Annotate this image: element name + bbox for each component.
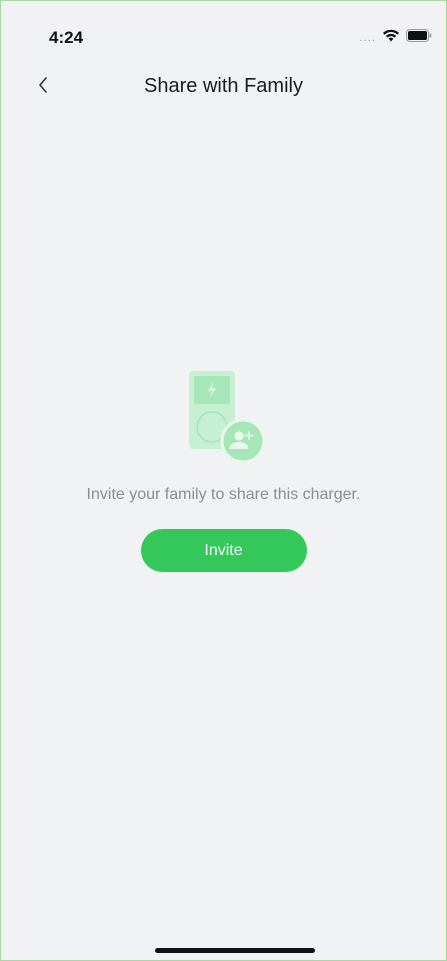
page-title: Share with Family	[144, 75, 303, 97]
home-indicator	[155, 948, 315, 953]
invite-button[interactable]: Invite	[140, 529, 307, 572]
nav-bar: Share with Family	[1, 65, 446, 109]
battery-icon	[406, 29, 432, 47]
status-bar: 4:24 ....	[1, 1, 446, 61]
status-icons: ....	[359, 29, 432, 47]
signal-icon: ....	[359, 32, 376, 44]
status-time: 4:24	[49, 28, 84, 47]
share-with-family-screen: 4:24 .... Share with Family Invite your …	[0, 0, 447, 961]
charger-share-illustration	[179, 369, 269, 465]
empty-state-message: Invite your family to share this charger…	[86, 486, 361, 503]
wifi-icon	[382, 29, 400, 47]
empty-state: Invite your family to share this charger…	[1, 369, 446, 572]
